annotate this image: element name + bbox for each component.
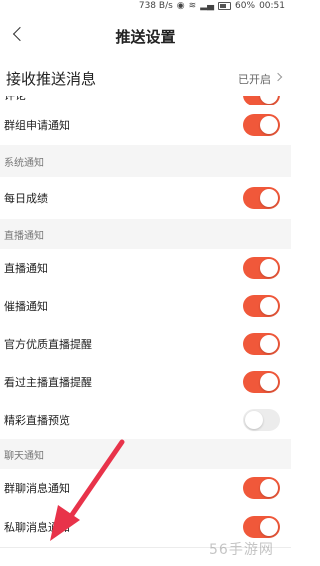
- receive-push-state: 已开启: [238, 73, 271, 86]
- signal-icon: ▂▄: [200, 1, 215, 11]
- watermark: 56手游网: [209, 542, 274, 558]
- nav-bar: 推送设置: [0, 14, 291, 56]
- setting-row[interactable]: 每日成绩: [0, 177, 291, 220]
- section-header: 聊天通知: [0, 439, 291, 469]
- toggle-switch-on[interactable]: [243, 114, 280, 136]
- toggle-switch-on[interactable]: [243, 257, 280, 279]
- toggle-switch-on[interactable]: [243, 295, 280, 317]
- setting-label: 群组申请通知: [4, 119, 70, 132]
- toggle-knob: [260, 259, 278, 277]
- setting-row[interactable]: 看过主播直播提醒: [0, 363, 291, 402]
- setting-label: 群聊消息通知: [4, 482, 70, 495]
- toggle-knob: [260, 335, 278, 353]
- page-title: 推送设置: [115, 28, 176, 46]
- setting-row[interactable]: 官方优质直播提醒: [0, 325, 291, 364]
- toggle-knob: [260, 96, 278, 104]
- setting-label: 私聊消息通知: [4, 521, 70, 534]
- toggle-knob: [260, 479, 278, 497]
- network-speed: 738 B/s: [138, 1, 173, 11]
- section-label: 聊天通知: [4, 451, 44, 462]
- setting-label: 官方优质直播提醒: [4, 338, 92, 351]
- setting-row[interactable]: 群聊消息通知: [0, 469, 291, 508]
- setting-row[interactable]: 群组申请通知: [0, 105, 291, 146]
- toggle-switch-on[interactable]: [243, 371, 280, 393]
- status-bar: 738 B/s ◉ ≋ ▂▄ 60% 00:51: [0, 0, 291, 14]
- section-header: 直播通知: [0, 219, 291, 249]
- section-header: 系统通知: [0, 145, 291, 177]
- receive-push-row[interactable]: 接收推送消息 已开启: [0, 58, 291, 96]
- chevron-right-icon: [273, 72, 283, 82]
- setting-label: 直播通知: [4, 262, 48, 275]
- toggle-knob: [260, 116, 278, 134]
- setting-row[interactable]: 催播通知: [0, 287, 291, 326]
- toggle-knob: [260, 518, 278, 536]
- battery-percent: 60%: [235, 1, 256, 11]
- setting-row[interactable]: 精彩直播预览: [0, 401, 291, 440]
- toggle-switch-on[interactable]: [243, 477, 280, 499]
- setting-label: 评论: [4, 96, 26, 103]
- receive-push-label: 接收推送消息: [6, 70, 97, 88]
- wifi-icon: ≋: [188, 1, 197, 11]
- toggle-knob: [260, 373, 278, 391]
- toggle-switch-off[interactable]: [243, 409, 280, 431]
- toggle-switch-on[interactable]: [243, 516, 280, 538]
- section-label: 直播通知: [4, 231, 44, 242]
- status-time: 00:51: [259, 1, 285, 11]
- setting-label: 看过主播直播提醒: [4, 376, 92, 389]
- section-label: 系统通知: [4, 158, 44, 169]
- setting-label: 每日成绩: [4, 192, 48, 205]
- toggle-knob: [245, 411, 263, 429]
- battery-icon: [218, 2, 232, 10]
- toggle-switch-on[interactable]: [243, 333, 280, 355]
- toggle-switch-on[interactable]: [243, 187, 280, 209]
- setting-label: 催播通知: [4, 300, 48, 313]
- settings-list[interactable]: 评论群组申请通知系统通知每日成绩直播通知直播通知催播通知官方优质直播提醒看过主播…: [0, 96, 291, 566]
- status-indicators: 738 B/s ◉ ≋ ▂▄ 60% 00:51: [139, 1, 285, 11]
- eye-icon: ◉: [176, 1, 185, 11]
- setting-row[interactable]: 直播通知: [0, 249, 291, 288]
- setting-label: 精彩直播预览: [4, 414, 70, 427]
- toggle-knob: [260, 297, 278, 315]
- toggle-knob: [260, 189, 278, 207]
